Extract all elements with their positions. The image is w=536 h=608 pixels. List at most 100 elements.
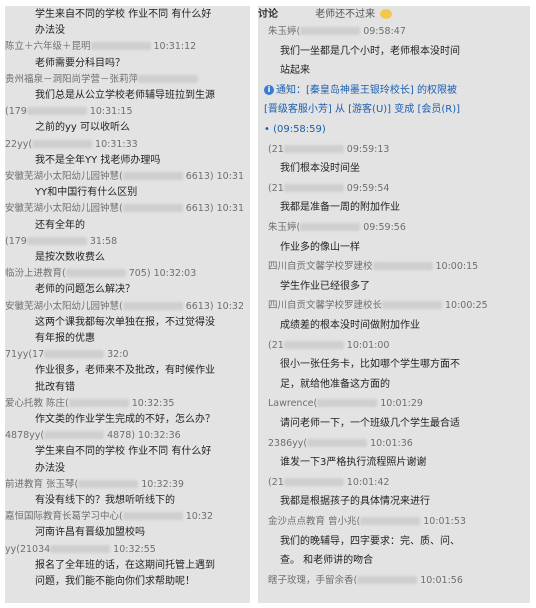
redacted-id (317, 399, 378, 408)
message-line: 办法没 (35, 24, 65, 37)
message-line: 查。 和老师讲的吻合 (280, 554, 373, 567)
message-text: 这两个课我都每次单独在报，不过觉得没 (35, 316, 215, 328)
sender-name: 安徽芜湖小太阳幼儿园钟慧( (5, 203, 123, 215)
message-line: 有没有线下的？我想听听线下的 (35, 494, 175, 507)
redacted-id (357, 575, 418, 584)
sender-line: 安徽芜湖小太阳幼儿园钟慧(6613) 10:31 (5, 170, 244, 183)
sender-line: (21 09:59:13 (268, 143, 389, 156)
message-text: 学生来自不同的学校 作业不同 有什么好 (35, 9, 212, 20)
sender-line: (21 09:59:54 (268, 182, 389, 195)
message-line: 我都是准备一周的附加作业 (280, 201, 400, 214)
message-text: 学生来自不同的学校 作业不同 有什么好 (35, 446, 212, 458)
message-text: 作业很多，老师来不及批改，有时候作业 (35, 365, 215, 377)
message-line: 这两个课我都每次单独在报，不过觉得没 (35, 316, 215, 329)
timestamp: 4878) 10:32:36 (107, 430, 181, 442)
sender-line: (179 10:31:15 (5, 105, 133, 118)
system-notice-line: • (09:58:59) (264, 123, 326, 136)
redacted-id (68, 398, 129, 407)
sender-line: 朱玉婷( 09:58:47 (268, 25, 406, 38)
sender-line: 安徽芜湖小太阳幼儿园钟慧( 6613) 10:31 (5, 202, 244, 215)
redacted-id (300, 27, 361, 35)
timestamp: 10:01:00 (346, 339, 390, 351)
sender-name: yy(21034 (5, 543, 51, 555)
message-line: 成绩差的根本没时间做附加作业 (280, 319, 420, 332)
message-text: 我不是全年YY 找老师办理吗 (35, 154, 161, 166)
sender-line: (21 10:01:42 (268, 476, 389, 489)
sender-line: 贵州福泉－洞阳尚学营－张莉萍 (5, 73, 199, 86)
message-text: 我们的晚辅导，四字要求：完、质、问、 (280, 535, 460, 547)
message-text: 问题，我们能不能向你们求帮助呢！ (35, 576, 195, 587)
sender-line: 安徽芜湖小太阳幼儿园钟慧(6613) 10:32 (5, 300, 244, 313)
sender-name: 嘉恒国际教育长葛学习中心( (5, 511, 123, 523)
sender-name: (21 (268, 143, 284, 155)
sender-name: (179 (5, 106, 27, 118)
message-text: 谁发一下3严格执行流程照片谢谢 (280, 457, 427, 469)
redacted-id (122, 172, 183, 180)
redacted-id (32, 139, 93, 148)
message-line: 之前的yy 可以收听么 (35, 121, 130, 134)
sender-line: 爱心托教 陈庄(10:32:35 (5, 397, 174, 410)
message-line: 批改有错 (35, 381, 75, 394)
sender-name: 临汾上进教育( (5, 268, 66, 280)
message-text: 足，就给他准备这方面的 (280, 378, 390, 390)
message-line: 作业很多，老师来不及批改，有时候作业 (35, 364, 215, 377)
message-line: 我们总是从公立学校老师辅导班拉到生源 (35, 89, 215, 102)
timestamp: 6613) 10:31 (185, 203, 244, 215)
message-line: YY和中国行有什么区别 (35, 186, 137, 199)
redacted-id (122, 204, 183, 213)
message-text: 站起来 (280, 65, 310, 77)
message-text: 之前的yy 可以收听么 (35, 122, 131, 134)
sender-name: 安徽芜湖小太阳幼儿园钟慧( (5, 171, 123, 182)
sender-line: 瞎子玫瑰，手留余香(10:01:56 (268, 574, 463, 587)
redacted-id (90, 42, 151, 51)
timestamp: 10:32 (185, 511, 214, 523)
message-text: 查。 和老师讲的吻合 (280, 555, 374, 567)
timestamp: 10:01:56 (420, 574, 463, 586)
redacted-id (26, 107, 87, 116)
timestamp: 32:0 (107, 349, 129, 361)
sender-name: 朱玉婷( (268, 222, 301, 233)
message-text: 是按次数收费么 (35, 252, 105, 263)
message-text: 办法没 (35, 462, 65, 474)
message-text: 批改有错 (35, 381, 75, 393)
sender-line: 临汾上进教育(705) 10:32:03 (5, 267, 196, 280)
message-line: 请问老师一下，一个班级几个学生最合适 (280, 417, 460, 430)
sender-name: 贵州福泉－洞阳尚学营－张莉萍 (5, 73, 139, 85)
message-text: 有没有线下的？我想听听线下的 (35, 495, 175, 506)
sender-name: Lawrence( (268, 398, 318, 410)
message-line: 有年报的优惠 (35, 332, 95, 345)
sender-name: (21 (268, 182, 284, 194)
redacted-id (382, 301, 443, 310)
message-line: 我都是根据孩子的具体情况来进行 (280, 495, 430, 508)
notice-text: (09:58:59) (273, 124, 326, 135)
message-text: 老师需要分科目吗？ (35, 57, 125, 69)
redacted-id (122, 512, 183, 521)
message-text: 有年报的优惠 (35, 333, 95, 344)
system-notice-line: [晋级客服小芳] 从 [游客(U)] 变成 [会员(R)] (264, 103, 460, 116)
system-notice-line: i 通知：[秦皇岛神墨王银玲校长] 的权限被 (264, 84, 457, 97)
timestamp: 10:01:36 (370, 437, 413, 449)
message-text: 我都是根据孩子的具体情况来进行 (280, 496, 430, 508)
timestamp: 10:00:25 (445, 300, 488, 312)
message-line: 老师需要分科目吗？ (35, 57, 125, 70)
sender-line: Lawrence(10:01:29 (268, 397, 423, 410)
timestamp: 10:00:15 (435, 261, 479, 273)
redacted-id (44, 350, 105, 359)
timestamp: 10:32:35 (131, 397, 175, 409)
redacted-id (44, 431, 105, 440)
message-line: 我们的晚辅导，四字要求：完、质、问、 (280, 535, 460, 548)
sender-name: 朱玉婷( (268, 26, 301, 37)
sender-line: 四川自贡文馨学校罗建校 10:00:15 (268, 260, 478, 273)
sender-name: (21 (268, 476, 284, 488)
redacted-id (283, 183, 344, 192)
redacted-id (50, 544, 111, 553)
redacted-id (300, 223, 361, 231)
timestamp: 09:58:47 (363, 26, 406, 37)
right-chat-panel: 讨论 老师还不过来 朱玉婷(09:58:47 我们一坐都是几个小时，老师根本没时间… (258, 6, 530, 603)
sender-line: 陈立＋六年级＋昆明 10:31:12 (5, 40, 196, 53)
redacted-id (283, 340, 344, 349)
redacted-id (138, 74, 199, 83)
message-text: 还有全年的 (35, 219, 85, 231)
info-icon: i (264, 84, 274, 95)
sender-name: 前进教育 张玉琴( (5, 478, 79, 490)
